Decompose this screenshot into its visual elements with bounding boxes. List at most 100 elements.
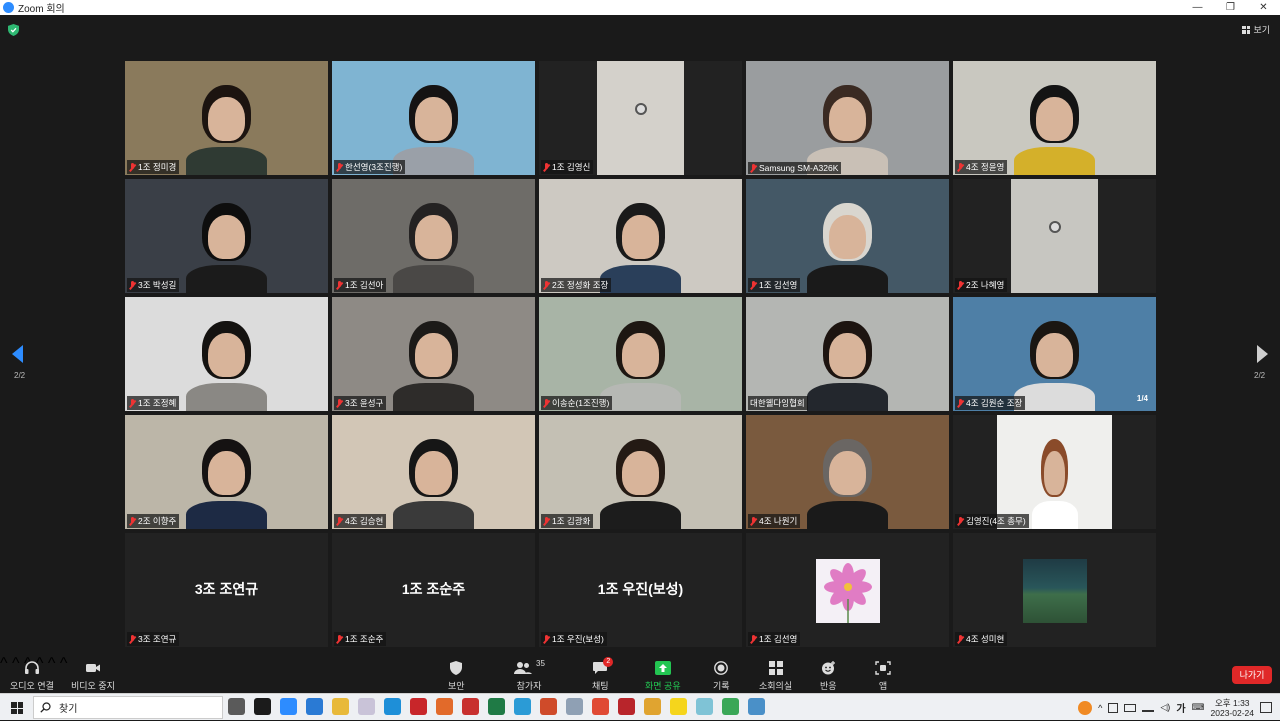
- participant-tile[interactable]: 한선영(3조진행): [332, 61, 535, 175]
- muted-mic-icon: [336, 398, 343, 408]
- participant-video: [746, 61, 949, 175]
- participant-tile[interactable]: 1/4 4조 김원순 조장: [953, 297, 1156, 411]
- audio-button[interactable]: 오디오 연결: [10, 661, 54, 692]
- windows-start-icon[interactable]: [11, 702, 23, 714]
- participant-video: [1011, 179, 1098, 293]
- breakout-rooms-button[interactable]: 소회의실: [759, 661, 792, 692]
- tray-app-icon[interactable]: [1108, 702, 1119, 713]
- vscode-icon[interactable]: [306, 698, 323, 715]
- muted-mic-icon: [336, 162, 343, 172]
- participant-video: [953, 297, 1156, 411]
- app-crop-icon[interactable]: [618, 698, 635, 715]
- app-filezilla-icon[interactable]: [462, 698, 479, 715]
- zoom-app-icon[interactable]: [280, 698, 297, 715]
- muted-mic-icon: [543, 162, 550, 172]
- participant-tile[interactable]: 1조 조순주 1조 조순주: [332, 533, 535, 647]
- file-explorer-icon[interactable]: [332, 698, 349, 715]
- participant-tile[interactable]: 1조 조정혜: [125, 297, 328, 411]
- close-button[interactable]: ✕: [1247, 0, 1280, 15]
- notification-app-icon[interactable]: [1078, 700, 1093, 715]
- app-photo-icon[interactable]: [748, 698, 765, 715]
- encryption-shield-icon[interactable]: [8, 24, 19, 36]
- app-v-icon[interactable]: [254, 698, 271, 715]
- participant-tile[interactable]: 1조 정미경: [125, 61, 328, 175]
- app-orange-icon[interactable]: [436, 698, 453, 715]
- participants-button[interactable]: 35 참가자: [514, 659, 545, 692]
- participant-face: [829, 97, 866, 141]
- volume-icon[interactable]: ◁): [1160, 702, 1170, 713]
- taskbar-apps: [228, 698, 765, 715]
- muted-mic-icon: [543, 516, 550, 526]
- restore-button[interactable]: ❐: [1214, 0, 1247, 15]
- powerpoint-icon[interactable]: [540, 698, 557, 715]
- keyboard-icon[interactable]: ⌨: [1192, 702, 1205, 713]
- participant-tile[interactable]: Samsung SM-A326K: [746, 61, 949, 175]
- participant-tile[interactable]: 1조 김선아: [332, 179, 535, 293]
- participant-tile[interactable]: 4조 김승현: [332, 415, 535, 529]
- participant-tile[interactable]: 4조 정윤영: [953, 61, 1156, 175]
- participant-tile[interactable]: 4조 성미현: [953, 533, 1156, 647]
- participant-tile[interactable]: 김영진(4조 총무): [953, 415, 1156, 529]
- participant-tile[interactable]: 4조 나원기: [746, 415, 949, 529]
- apps-button[interactable]: 앱: [875, 661, 891, 692]
- participant-tile[interactable]: 1조 김영신: [539, 61, 742, 175]
- app-red-icon[interactable]: [592, 698, 609, 715]
- room-fixture: [1048, 221, 1061, 233]
- task-view-icon[interactable]: [228, 698, 245, 715]
- participant-tile[interactable]: 이송순(1조진행): [539, 297, 742, 411]
- app-pen-icon[interactable]: [566, 698, 583, 715]
- muted-mic-icon: [957, 516, 964, 526]
- leave-meeting-button[interactable]: 나가기: [1232, 666, 1272, 684]
- next-page-arrow-icon[interactable]: [1256, 345, 1268, 363]
- participant-video: [125, 61, 328, 175]
- record-icon: [714, 661, 729, 675]
- participant-tile[interactable]: 대한웰다잉협회: [746, 297, 949, 411]
- app-paint-icon[interactable]: [358, 698, 375, 715]
- excel-icon[interactable]: [488, 698, 505, 715]
- reactions-button[interactable]: 반응: [820, 661, 837, 692]
- ime-indicator[interactable]: 가: [1176, 700, 1185, 715]
- chrome-icon[interactable]: [644, 698, 661, 715]
- minimize-button[interactable]: —: [1181, 0, 1214, 15]
- tray-overflow-chevron-icon[interactable]: ^: [1098, 703, 1102, 713]
- participant-video: [332, 415, 535, 529]
- participant-tile[interactable]: 3조 조연규 3조 조연규: [125, 533, 328, 647]
- chat-button[interactable]: 2 채팅: [592, 657, 614, 692]
- chrome-profile-icon[interactable]: [722, 698, 739, 715]
- participant-tile[interactable]: 2조 나혜영: [953, 179, 1156, 293]
- battery-icon[interactable]: [1124, 703, 1137, 712]
- participant-face: [415, 451, 452, 495]
- apps-options-caret-icon[interactable]: ^: [60, 655, 68, 672]
- participant-tile[interactable]: 2조 이향주: [125, 415, 328, 529]
- app-store-icon[interactable]: [514, 698, 531, 715]
- action-center-icon[interactable]: [1260, 702, 1272, 713]
- participant-tile[interactable]: 3조 윤성구: [332, 297, 535, 411]
- kakaotalk-icon[interactable]: [670, 698, 687, 715]
- participant-name-tag: 3조 윤성구: [334, 396, 387, 410]
- participant-tile[interactable]: 1조 김선영: [746, 533, 949, 647]
- acrobat-icon[interactable]: [410, 698, 427, 715]
- participant-name: 1조 김선영: [759, 634, 798, 644]
- next-page-label: 2/2: [1254, 371, 1266, 380]
- participant-tile[interactable]: 3조 박성길: [125, 179, 328, 293]
- participant-tile[interactable]: 2조 정성화 조장: [539, 179, 742, 293]
- network-icon[interactable]: [1142, 703, 1155, 712]
- video-button[interactable]: 비디오 중지: [71, 661, 115, 692]
- record-button[interactable]: 기록: [713, 661, 730, 692]
- participant-tile[interactable]: 1조 김광화: [539, 415, 742, 529]
- participant-name: 4조 정윤영: [966, 162, 1005, 172]
- participant-body: [392, 501, 475, 529]
- participant-name: 1조 정미경: [138, 162, 177, 172]
- taskbar-clock[interactable]: 오후 1:33 2023-02-24: [1211, 698, 1254, 718]
- view-button[interactable]: 보기: [1242, 23, 1270, 36]
- edge-browser-icon[interactable]: [384, 698, 401, 715]
- taskbar-search-box[interactable]: 찾기: [33, 696, 223, 719]
- audio-options-caret-icon[interactable]: ^: [0, 655, 8, 672]
- participant-tile[interactable]: 1조 김선영: [746, 179, 949, 293]
- security-button[interactable]: 보안: [448, 661, 465, 692]
- previous-page-arrow-icon[interactable]: [12, 345, 24, 363]
- app-teal-icon[interactable]: [696, 698, 713, 715]
- participant-tile[interactable]: 1조 우진(보성) 1조 우진(보성): [539, 533, 742, 647]
- share-screen-button[interactable]: 화면 공유: [645, 661, 681, 692]
- room-fixture: [634, 103, 647, 115]
